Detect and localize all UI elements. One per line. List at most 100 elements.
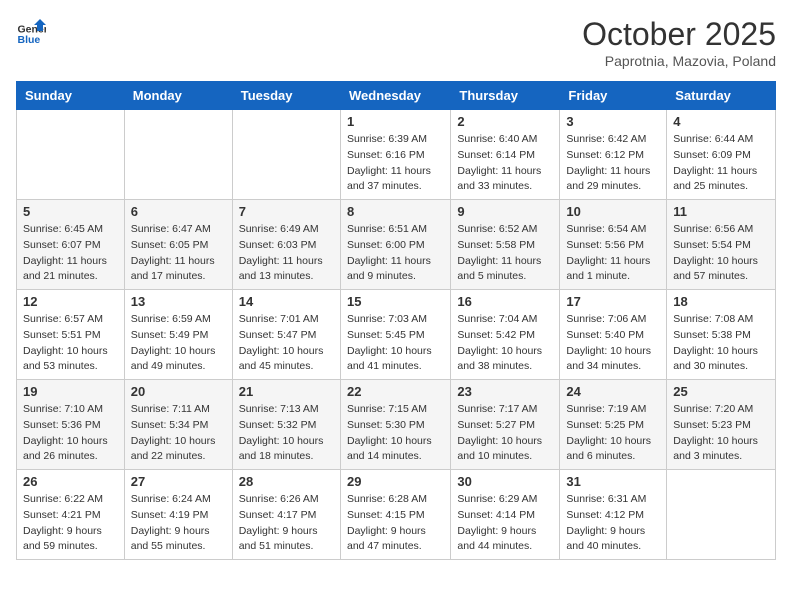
- day-number: 10: [566, 204, 660, 219]
- month-title: October 2025: [582, 16, 776, 53]
- day-number: 23: [457, 384, 553, 399]
- day-number: 26: [23, 474, 118, 489]
- day-number: 3: [566, 114, 660, 129]
- week-row-2: 5 Sunrise: 6:45 AM Sunset: 6:07 PM Daylig…: [17, 200, 776, 290]
- day-number: 18: [673, 294, 769, 309]
- day-info: Sunrise: 7:08 AM Sunset: 5:38 PM Dayligh…: [673, 312, 769, 375]
- week-row-5: 26 Sunrise: 6:22 AM Sunset: 4:21 PM Dayli…: [17, 470, 776, 560]
- svg-text:Blue: Blue: [18, 34, 41, 46]
- day-number: 4: [673, 114, 769, 129]
- calendar-cell: 27Sunrise: 6:24 AM Sunset: 4:19 PM Dayli…: [124, 470, 232, 560]
- day-number: 14: [239, 294, 334, 309]
- calendar-cell: [17, 110, 125, 200]
- day-info: Sunrise: 6:29 AM Sunset: 4:14 PM Dayligh…: [457, 492, 553, 555]
- day-info: Sunrise: 6:56 AM Sunset: 5:54 PM Dayligh…: [673, 222, 769, 285]
- day-number: 11: [673, 204, 769, 219]
- day-number: 19: [23, 384, 118, 399]
- weekday-header-thursday: Thursday: [451, 82, 560, 110]
- weekday-header-sunday: Sunday: [17, 82, 125, 110]
- calendar-cell: 25 Sunrise: 7:20 AM Sunset: 5:23 PM Dayli…: [667, 380, 776, 470]
- calendar-cell: 26 Sunrise: 6:22 AM Sunset: 4:21 PM Dayli…: [17, 470, 125, 560]
- day-number: 20: [131, 384, 226, 399]
- day-info: Sunrise: 7:01 AM Sunset: 5:47 PM Dayligh…: [239, 312, 334, 375]
- calendar-cell: 21 Sunrise: 7:13 AM Sunset: 5:32 PM Dayli…: [232, 380, 340, 470]
- day-number: 9: [457, 204, 553, 219]
- day-number: 8: [347, 204, 444, 219]
- weekday-header-friday: Friday: [560, 82, 667, 110]
- calendar-table: SundayMondayTuesdayWednesdayThursdayFrid…: [16, 81, 776, 560]
- calendar-cell: 17 Sunrise: 7:06 AM Sunset: 5:40 PM Dayli…: [560, 290, 667, 380]
- day-number: 27: [131, 474, 226, 489]
- day-info: Sunrise: 6:59 AM Sunset: 5:49 PM Dayligh…: [131, 312, 226, 375]
- logo: General Blue: [16, 16, 46, 46]
- day-number: 12: [23, 294, 118, 309]
- day-number: 21: [239, 384, 334, 399]
- calendar-cell: 13Sunrise: 6:59 AM Sunset: 5:49 PM Dayli…: [124, 290, 232, 380]
- day-info: Sunrise: 6:47 AM Sunset: 6:05 PM Dayligh…: [131, 222, 226, 285]
- calendar-cell: 23 Sunrise: 7:17 AM Sunset: 5:27 PM Dayli…: [451, 380, 560, 470]
- calendar-cell: 3 Sunrise: 6:42 AM Sunset: 6:12 PM Daylig…: [560, 110, 667, 200]
- calendar-cell: 22 Sunrise: 7:15 AM Sunset: 5:30 PM Dayli…: [340, 380, 450, 470]
- day-info: Sunrise: 6:42 AM Sunset: 6:12 PM Dayligh…: [566, 132, 660, 195]
- day-info: Sunrise: 6:22 AM Sunset: 4:21 PM Dayligh…: [23, 492, 118, 555]
- week-row-1: 1 Sunrise: 6:39 AM Sunset: 6:16 PM Daylig…: [17, 110, 776, 200]
- calendar-cell: 19 Sunrise: 7:10 AM Sunset: 5:36 PM Dayli…: [17, 380, 125, 470]
- day-info: Sunrise: 6:45 AM Sunset: 6:07 PM Dayligh…: [23, 222, 118, 285]
- calendar-cell: 7 Sunrise: 6:49 AM Sunset: 6:03 PM Daylig…: [232, 200, 340, 290]
- day-number: 24: [566, 384, 660, 399]
- day-info: Sunrise: 7:03 AM Sunset: 5:45 PM Dayligh…: [347, 312, 444, 375]
- day-info: Sunrise: 7:13 AM Sunset: 5:32 PM Dayligh…: [239, 402, 334, 465]
- weekday-header-saturday: Saturday: [667, 82, 776, 110]
- title-block: October 2025 Paprotnia, Mazovia, Poland: [582, 16, 776, 69]
- day-info: Sunrise: 7:10 AM Sunset: 5:36 PM Dayligh…: [23, 402, 118, 465]
- calendar-cell: 8 Sunrise: 6:51 AM Sunset: 6:00 PM Daylig…: [340, 200, 450, 290]
- calendar-cell: [124, 110, 232, 200]
- calendar-cell: 29Sunrise: 6:28 AM Sunset: 4:15 PM Dayli…: [340, 470, 450, 560]
- day-info: Sunrise: 6:49 AM Sunset: 6:03 PM Dayligh…: [239, 222, 334, 285]
- day-info: Sunrise: 7:15 AM Sunset: 5:30 PM Dayligh…: [347, 402, 444, 465]
- calendar-cell: 24Sunrise: 7:19 AM Sunset: 5:25 PM Dayli…: [560, 380, 667, 470]
- day-number: 16: [457, 294, 553, 309]
- day-number: 2: [457, 114, 553, 129]
- day-info: Sunrise: 6:39 AM Sunset: 6:16 PM Dayligh…: [347, 132, 444, 195]
- calendar-cell: 12 Sunrise: 6:57 AM Sunset: 5:51 PM Dayli…: [17, 290, 125, 380]
- calendar-cell: 28Sunrise: 6:26 AM Sunset: 4:17 PM Dayli…: [232, 470, 340, 560]
- day-number: 29: [347, 474, 444, 489]
- calendar-cell: 9 Sunrise: 6:52 AM Sunset: 5:58 PM Daylig…: [451, 200, 560, 290]
- week-row-3: 12 Sunrise: 6:57 AM Sunset: 5:51 PM Dayli…: [17, 290, 776, 380]
- day-info: Sunrise: 7:04 AM Sunset: 5:42 PM Dayligh…: [457, 312, 553, 375]
- day-info: Sunrise: 7:20 AM Sunset: 5:23 PM Dayligh…: [673, 402, 769, 465]
- calendar-cell: 1 Sunrise: 6:39 AM Sunset: 6:16 PM Daylig…: [340, 110, 450, 200]
- calendar-cell: 20Sunrise: 7:11 AM Sunset: 5:34 PM Dayli…: [124, 380, 232, 470]
- day-number: 28: [239, 474, 334, 489]
- calendar-cell: 16 Sunrise: 7:04 AM Sunset: 5:42 PM Dayli…: [451, 290, 560, 380]
- day-number: 7: [239, 204, 334, 219]
- calendar-cell: 4Sunrise: 6:44 AM Sunset: 6:09 PM Daylig…: [667, 110, 776, 200]
- day-number: 5: [23, 204, 118, 219]
- calendar-cell: 31Sunrise: 6:31 AM Sunset: 4:12 PM Dayli…: [560, 470, 667, 560]
- week-row-4: 19 Sunrise: 7:10 AM Sunset: 5:36 PM Dayli…: [17, 380, 776, 470]
- day-number: 25: [673, 384, 769, 399]
- calendar-cell: 10 Sunrise: 6:54 AM Sunset: 5:56 PM Dayli…: [560, 200, 667, 290]
- page-header: General Blue October 2025 Paprotnia, Maz…: [16, 16, 776, 69]
- day-info: Sunrise: 6:54 AM Sunset: 5:56 PM Dayligh…: [566, 222, 660, 285]
- weekday-header-monday: Monday: [124, 82, 232, 110]
- day-info: Sunrise: 6:52 AM Sunset: 5:58 PM Dayligh…: [457, 222, 553, 285]
- day-number: 17: [566, 294, 660, 309]
- calendar-cell: 15Sunrise: 7:03 AM Sunset: 5:45 PM Dayli…: [340, 290, 450, 380]
- day-number: 22: [347, 384, 444, 399]
- calendar-cell: 14 Sunrise: 7:01 AM Sunset: 5:47 PM Dayli…: [232, 290, 340, 380]
- calendar-cell: 30Sunrise: 6:29 AM Sunset: 4:14 PM Dayli…: [451, 470, 560, 560]
- day-number: 31: [566, 474, 660, 489]
- calendar-cell: 5 Sunrise: 6:45 AM Sunset: 6:07 PM Daylig…: [17, 200, 125, 290]
- day-info: Sunrise: 7:06 AM Sunset: 5:40 PM Dayligh…: [566, 312, 660, 375]
- weekday-header-row: SundayMondayTuesdayWednesdayThursdayFrid…: [17, 82, 776, 110]
- calendar-cell: [232, 110, 340, 200]
- calendar-cell: [667, 470, 776, 560]
- day-info: Sunrise: 7:17 AM Sunset: 5:27 PM Dayligh…: [457, 402, 553, 465]
- day-info: Sunrise: 6:57 AM Sunset: 5:51 PM Dayligh…: [23, 312, 118, 375]
- day-info: Sunrise: 6:51 AM Sunset: 6:00 PM Dayligh…: [347, 222, 444, 285]
- logo-icon: General Blue: [16, 16, 46, 46]
- day-number: 1: [347, 114, 444, 129]
- calendar-cell: 11 Sunrise: 6:56 AM Sunset: 5:54 PM Dayli…: [667, 200, 776, 290]
